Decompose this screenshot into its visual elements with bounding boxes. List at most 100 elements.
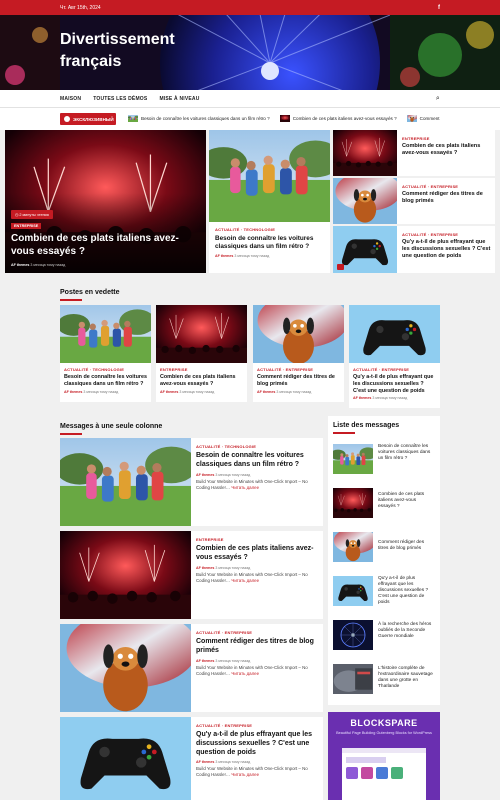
list-item[interactable]: L'histoire complète de l'extraordinaire … bbox=[333, 664, 435, 702]
nav-item-home[interactable]: MAISON bbox=[60, 96, 81, 102]
facebook-icon[interactable]: f bbox=[438, 5, 440, 11]
main-navigation: MAISON TOUTES LES DÉMOS MISE À NIVEAU ⌕ bbox=[0, 90, 500, 108]
ad-brand: BLOCKSPARE bbox=[350, 718, 418, 728]
current-date: Чт. Авг 15th, 2024 bbox=[60, 4, 101, 11]
section-title: Messages à une seule colonne bbox=[60, 423, 163, 430]
hero-side-item[interactable]: ACTUALITÉ · ENTREPRISE Qu'y a-t-il de pl… bbox=[333, 226, 495, 273]
post-title[interactable]: Comment rédiger des titres de blog primé… bbox=[378, 540, 435, 552]
post-title[interactable]: Combien de ces plats italiens avez-vous … bbox=[160, 374, 243, 388]
site-title-line2: français bbox=[60, 52, 122, 70]
ticker-items: Besoin de connaître les voitures classiq… bbox=[128, 115, 440, 122]
ad-preview-image bbox=[342, 748, 426, 800]
post-thumbnail bbox=[60, 624, 191, 712]
post-title[interactable]: Besoin de connaître les voitures classiq… bbox=[378, 444, 435, 462]
post-title[interactable]: Combien de ces plats italiens avez-vous … bbox=[402, 143, 491, 157]
ticker-item[interactable]: Combien de ces plats italiens avez-vous … bbox=[293, 116, 397, 121]
hero-main-title[interactable]: Combien de ces plats italiens avez-vous … bbox=[11, 233, 198, 258]
author-name[interactable]: AF themes bbox=[196, 566, 214, 570]
post-category[interactable]: ACTUALITÉ · ENTREPRISE bbox=[353, 367, 436, 372]
section-underline bbox=[333, 432, 355, 434]
post-title[interactable]: Besoin de connaître les voitures classiq… bbox=[215, 235, 324, 251]
author-name[interactable]: AF themes bbox=[196, 659, 214, 663]
news-ticker: ЭКСКЛЮЗИВНЫЙ Besoin de connaître les voi… bbox=[0, 108, 500, 130]
single-post[interactable]: ACTUALITÉ · ENTREPRISE Qu'y a-t-il de pl… bbox=[60, 717, 323, 800]
post-title[interactable]: Qu'y a-t-il de plus effrayant que les di… bbox=[402, 239, 491, 260]
ticker-label-text: ЭКСКЛЮЗИВНЫЙ bbox=[73, 116, 114, 122]
nav-item-upgrade[interactable]: MISE À NIVEAU bbox=[159, 96, 199, 102]
post-time: 3 месяца тому назад bbox=[215, 658, 251, 663]
read-more-link[interactable]: Читать далее bbox=[231, 772, 259, 777]
post-category[interactable]: ENTREPRISE bbox=[160, 367, 243, 372]
post-category[interactable]: ACTUALITÉ · ENTREPRISE bbox=[196, 630, 318, 635]
post-time: 3 месяца тому назад bbox=[215, 565, 251, 570]
hero-side-item[interactable]: ACTUALITÉ · ENTREPRISE Comment rédiger d… bbox=[333, 178, 495, 224]
single-post[interactable]: ACTUALITÉ · TECHNOLOGIE Besoin de connaî… bbox=[60, 438, 323, 526]
hero-main-meta: AF themes 3 месяца тому назад bbox=[11, 263, 65, 267]
blockspare-ad[interactable]: BLOCKSPARE Beautiful Page Building Guten… bbox=[328, 712, 440, 800]
hero-main-post[interactable]: ◷ 2 минуты чтения ENTREPRISE Combien de … bbox=[5, 130, 206, 273]
hero-center-post[interactable]: ACTUALITÉ · TECHNOLOGIE Besoin de connaî… bbox=[209, 130, 330, 273]
post-thumbnail bbox=[333, 664, 373, 694]
author-name[interactable]: AF themes bbox=[196, 760, 214, 764]
ticker-thumb bbox=[280, 115, 290, 122]
post-thumbnail bbox=[333, 532, 373, 562]
author-name[interactable]: AF themes bbox=[196, 473, 214, 477]
section-underline bbox=[60, 299, 82, 301]
read-more-link[interactable]: Читать далее bbox=[231, 485, 259, 490]
ticker-item[interactable]: Besoin de connaître les voitures classiq… bbox=[141, 116, 270, 121]
single-post[interactable]: ENTREPRISE Combien de ces plats italiens… bbox=[60, 531, 323, 619]
post-category[interactable]: ENTREPRISE bbox=[196, 537, 318, 542]
read-more-link[interactable]: Читать далее bbox=[231, 671, 259, 676]
featured-card[interactable]: ACTUALITÉ · ENTREPRISE Qu'y a-t-il de pl… bbox=[349, 305, 440, 408]
read-more-link[interactable]: Читать далее bbox=[231, 578, 259, 583]
author-name[interactable]: AF themes bbox=[160, 390, 178, 394]
post-title[interactable]: Qu'y a-t-il de plus effrayant que les di… bbox=[196, 731, 318, 757]
post-title[interactable]: Comment rédiger des titres de blog primé… bbox=[402, 191, 491, 205]
author-name[interactable]: AF themes bbox=[11, 263, 29, 267]
post-category[interactable]: ACTUALITÉ · ENTREPRISE bbox=[402, 184, 491, 189]
post-title[interactable]: Comment rédiger des titres de blog primé… bbox=[196, 638, 318, 656]
site-title[interactable]: Divertissement français bbox=[60, 29, 175, 72]
post-time: 3 месяца тому назад bbox=[83, 389, 119, 394]
post-title[interactable]: Combien de ces plats italiens avez-vous … bbox=[196, 545, 318, 563]
author-name[interactable]: AF themes bbox=[353, 396, 371, 400]
site-title-line1: Divertissement bbox=[60, 31, 175, 48]
nav-item-all-demos[interactable]: TOUTES LES DÉMOS bbox=[93, 96, 147, 102]
post-category[interactable]: ACTUALITÉ · ENTREPRISE bbox=[402, 232, 491, 237]
search-icon[interactable]: ⌕ bbox=[436, 95, 440, 103]
list-item[interactable]: Besoin de connaître les voitures classiq… bbox=[333, 444, 435, 482]
list-item[interactable]: Comment rédiger des titres de blog primé… bbox=[333, 532, 435, 570]
post-title[interactable]: À la recherche des héros oubliés de la S… bbox=[378, 622, 435, 640]
hero-side-list: ENTREPRISE Combien de ces plats italiens… bbox=[333, 130, 495, 273]
hero-side-item[interactable]: ENTREPRISE Combien de ces plats italiens… bbox=[333, 130, 495, 176]
post-category[interactable]: ACTUALITÉ · TECHNOLOGIE bbox=[196, 444, 318, 449]
list-item[interactable]: Qu'y a-t-il de plus effrayant que les di… bbox=[333, 576, 435, 614]
post-title[interactable]: Besoin de connaître les voitures classiq… bbox=[196, 452, 318, 470]
post-category[interactable]: ACTUALITÉ · ENTREPRISE bbox=[196, 723, 318, 728]
post-category[interactable]: ACTUALITÉ · ENTREPRISE bbox=[257, 367, 340, 372]
post-thumbnail bbox=[60, 305, 151, 363]
post-title[interactable]: Qu'y a-t-il de plus effrayant que les di… bbox=[378, 576, 435, 606]
featured-card[interactable]: ACTUALITÉ · TECHNOLOGIE Besoin de connaî… bbox=[60, 305, 151, 402]
single-post[interactable]: ACTUALITÉ · ENTREPRISE Comment rédiger d… bbox=[60, 624, 323, 712]
post-category[interactable]: ACTUALITÉ · TECHNOLOGIE bbox=[64, 367, 147, 372]
post-title[interactable]: Combien de ces plats italiens avez-vous … bbox=[378, 492, 435, 510]
post-title[interactable]: L'histoire complète de l'extraordinaire … bbox=[378, 666, 435, 690]
post-category[interactable]: ACTUALITÉ · TECHNOLOGIE bbox=[215, 227, 324, 232]
author-name[interactable]: AF themes bbox=[64, 390, 82, 394]
section-title: Liste des messages bbox=[333, 422, 400, 429]
list-item[interactable]: Combien de ces plats italiens avez-vous … bbox=[333, 488, 435, 526]
post-category[interactable]: ENTREPRISE bbox=[402, 136, 491, 141]
post-title[interactable]: Comment rédiger des titres de blog primé… bbox=[257, 374, 340, 388]
featured-card[interactable]: ENTREPRISE Combien de ces plats italiens… bbox=[156, 305, 247, 402]
ticker-item[interactable]: Comment bbox=[420, 116, 440, 121]
post-time: 3 месяца тому назад bbox=[215, 472, 251, 477]
post-title[interactable]: Qu'y a-t-il de plus effrayant que les di… bbox=[353, 374, 436, 394]
post-title[interactable]: Besoin de connaître les voitures classiq… bbox=[64, 374, 147, 388]
author-name[interactable]: AF themes bbox=[257, 390, 275, 394]
hero-main-category[interactable]: ENTREPRISE bbox=[11, 223, 42, 229]
author-name[interactable]: AF themes bbox=[215, 254, 233, 258]
list-item[interactable]: À la recherche des héros oubliés de la S… bbox=[333, 620, 435, 658]
featured-card[interactable]: ACTUALITÉ · ENTREPRISE Comment rédiger d… bbox=[253, 305, 344, 402]
post-time: 3 месяца тому назад bbox=[276, 389, 312, 394]
